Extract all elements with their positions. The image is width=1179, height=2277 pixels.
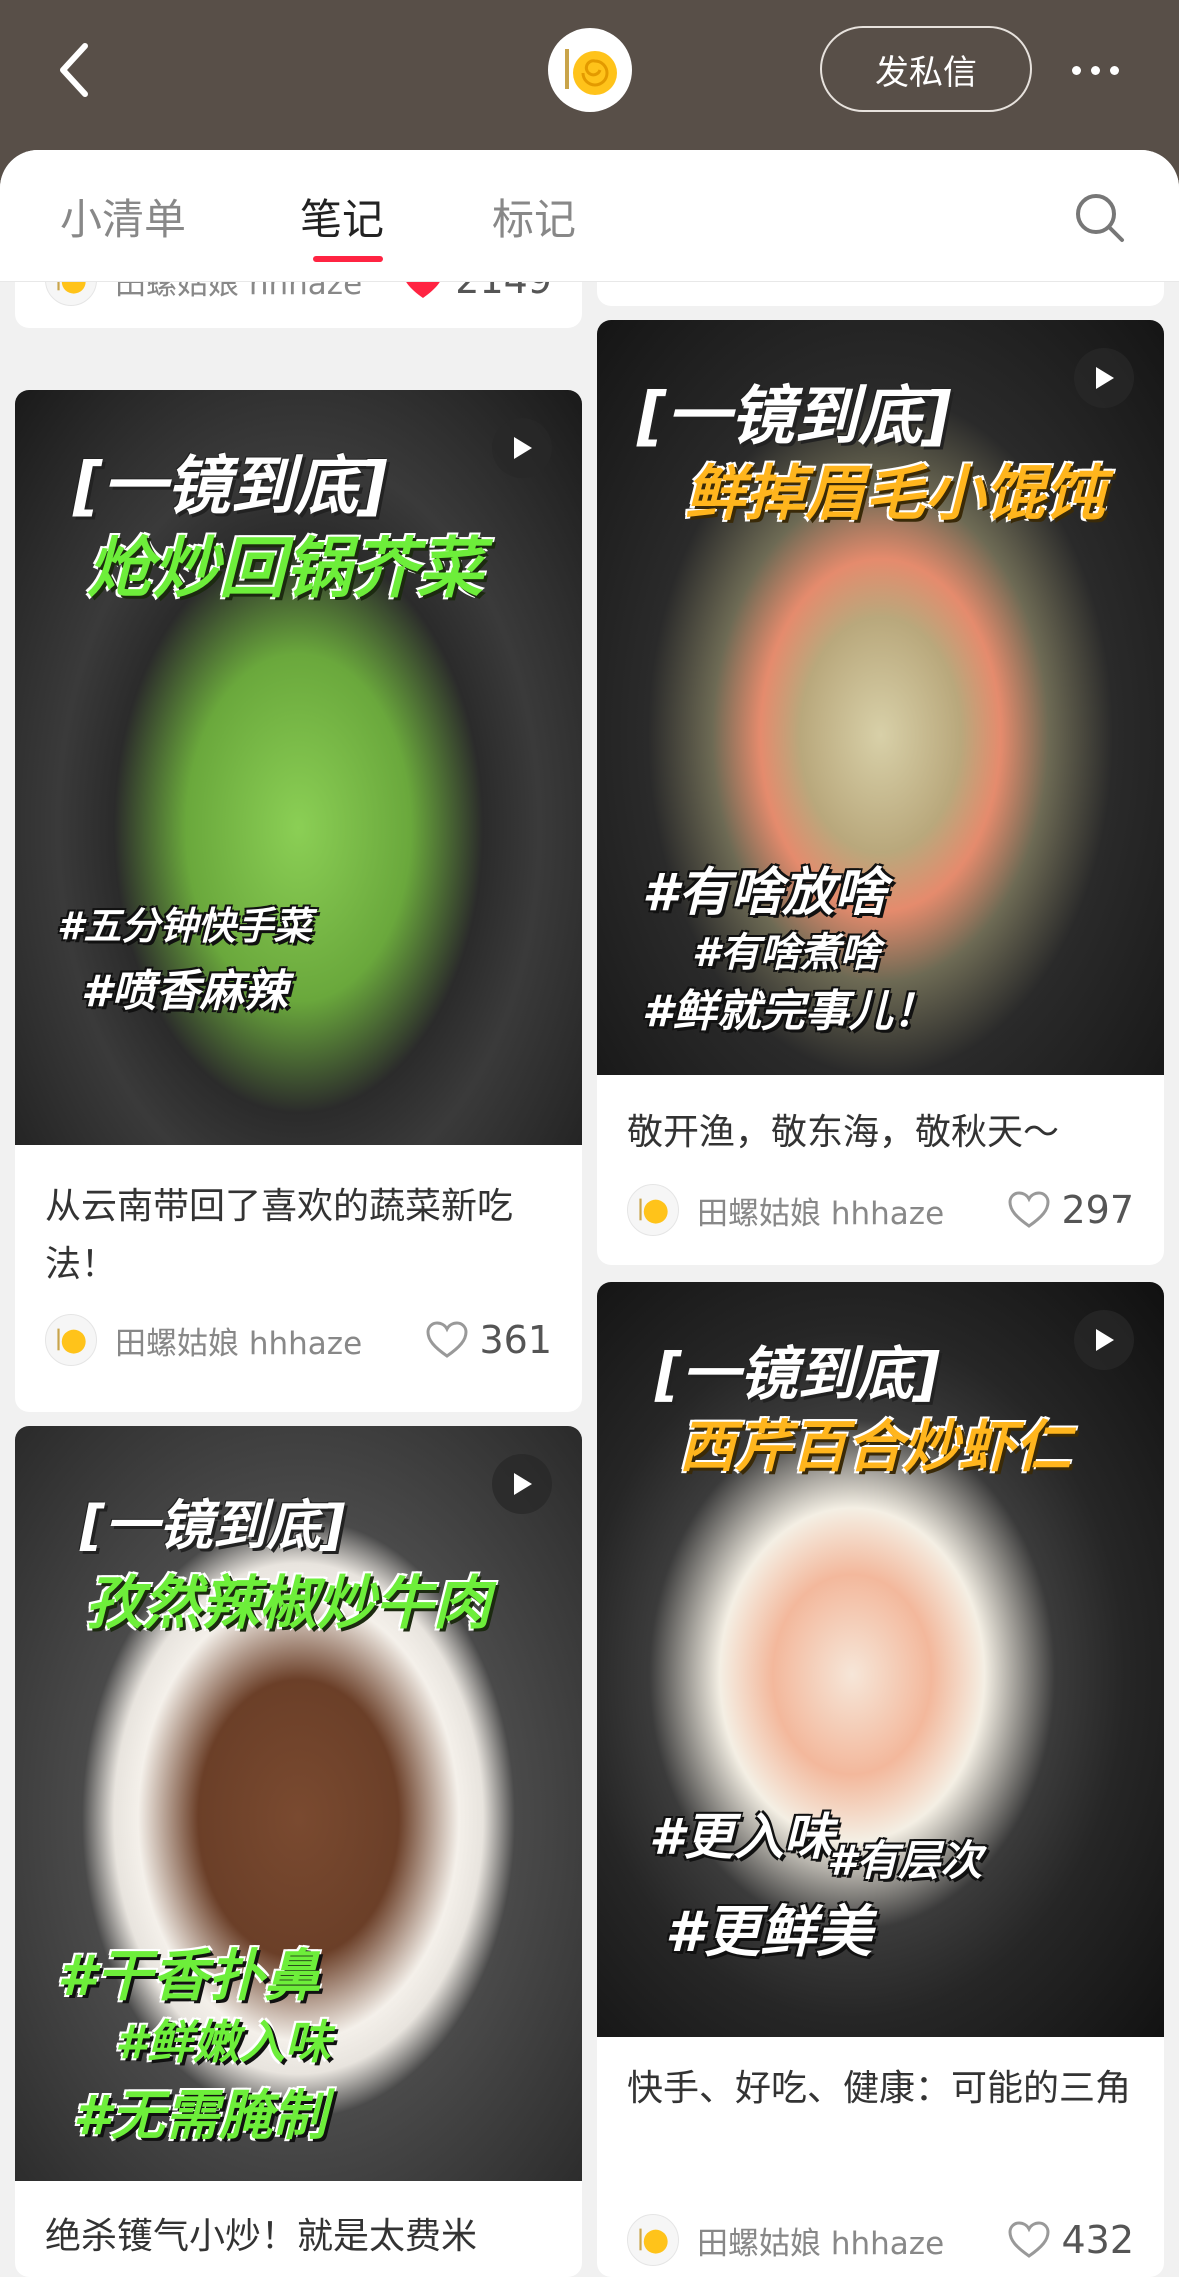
search-button[interactable] bbox=[1070, 188, 1130, 248]
snail-logo-icon bbox=[57, 1328, 86, 1354]
cover-headline: 西芹百合炒虾仁 bbox=[679, 1415, 1071, 1480]
like-button[interactable]: 297 bbox=[1007, 1188, 1134, 1232]
heart-outline-icon bbox=[1008, 2221, 1050, 2258]
snail-logo-icon bbox=[639, 1198, 668, 1224]
author-avatar[interactable] bbox=[45, 1314, 97, 1366]
note-card[interactable]: [一镜到底] 西芹百合炒虾仁 #更入味 #有层次 #更鲜美 快手、好吃、健康：可… bbox=[597, 1282, 1164, 2277]
note-title[interactable]: 快手、好吃、健康：可能的三角 bbox=[627, 2060, 1137, 2118]
send-message-button[interactable]: 发私信 bbox=[820, 26, 1032, 112]
play-button[interactable] bbox=[492, 1454, 552, 1514]
heart-outline-icon bbox=[1008, 1191, 1050, 1228]
cover-tag: #有啥放啥 bbox=[642, 863, 887, 923]
cover-bracket-text: [一镜到底] bbox=[655, 1340, 941, 1408]
note-meta: 田螺姑娘 hhhaze 297 bbox=[627, 1180, 1134, 1240]
profile-avatar[interactable] bbox=[548, 28, 632, 112]
cover-headline: 鲜掉眉毛小馄饨 bbox=[685, 459, 1105, 529]
author-name[interactable]: 田螺姑娘 hhhaze bbox=[697, 1188, 1007, 1233]
cover-tag: #鲜就完事儿！ bbox=[642, 986, 937, 1037]
more-dot-icon bbox=[1090, 65, 1100, 75]
cover-tag: #鲜嫩入味 bbox=[115, 2015, 332, 2069]
note-meta: 田螺姑娘 hhhaze 432 bbox=[627, 2210, 1134, 2270]
play-icon bbox=[514, 437, 532, 459]
cover-tag: #五分钟快手菜 bbox=[57, 904, 312, 948]
note-title[interactable]: 从云南带回了喜欢的蔬菜新吃法！ bbox=[45, 1178, 555, 1294]
more-options-button[interactable] bbox=[1060, 40, 1130, 100]
cover-bracket-text: [一镜到底] bbox=[73, 450, 388, 524]
note-title[interactable]: 绝杀镬气小炒！就是太费米 bbox=[45, 2208, 565, 2266]
search-icon bbox=[1076, 194, 1124, 242]
note-card[interactable]: [一镜到底] 炝炒回锅芥菜 #五分钟快手菜 #喷香麻辣 从云南带回了喜欢的蔬菜新… bbox=[15, 390, 582, 1412]
play-button[interactable] bbox=[1074, 1310, 1134, 1370]
cover-tag: #有啥煮啥 bbox=[692, 930, 880, 976]
note-card[interactable]: [一镜到底] 孜然辣椒炒牛肉 #干香扑鼻 #鲜嫩入味 #无需腌制 绝杀镬气小炒！… bbox=[15, 1426, 582, 2277]
play-icon bbox=[1096, 1329, 1114, 1351]
cover-bracket-text: [一镜到底] bbox=[637, 380, 952, 454]
author-name[interactable]: 田螺姑娘 hhhaze bbox=[115, 1318, 425, 1363]
like-count: 297 bbox=[1061, 1188, 1134, 1232]
play-icon bbox=[514, 1473, 532, 1495]
chevron-left-icon bbox=[60, 43, 88, 97]
heart-outline-icon bbox=[426, 1321, 468, 1358]
tab-bar: 小清单 笔记 标记 bbox=[0, 150, 1179, 282]
author-avatar[interactable] bbox=[627, 1184, 679, 1236]
like-count: 432 bbox=[1061, 2218, 1134, 2262]
back-button[interactable] bbox=[40, 30, 110, 110]
more-dot-icon bbox=[1109, 65, 1119, 75]
author-avatar[interactable] bbox=[627, 2214, 679, 2266]
more-dot-icon bbox=[1071, 65, 1081, 75]
tab-notes[interactable]: 笔记 bbox=[300, 186, 384, 247]
like-button[interactable]: 361 bbox=[425, 1318, 552, 1362]
note-cover-image[interactable]: [一镜到底] 孜然辣椒炒牛肉 #干香扑鼻 #鲜嫩入味 #无需腌制 bbox=[15, 1426, 582, 2181]
like-count: 361 bbox=[479, 1318, 552, 1362]
note-cover-image[interactable]: [一镜到底] 西芹百合炒虾仁 #更入味 #有层次 #更鲜美 bbox=[597, 1282, 1164, 2037]
cover-tag: #无需腌制 bbox=[73, 2084, 327, 2147]
author-name[interactable]: 田螺姑娘 hhhaze bbox=[697, 2218, 1007, 2263]
snail-logo-icon bbox=[565, 49, 617, 95]
note-cover-image[interactable]: [一镜到底] 炝炒回锅芥菜 #五分钟快手菜 #喷香麻辣 bbox=[15, 390, 582, 1145]
cover-tag: #更入味 bbox=[649, 1808, 834, 1866]
tab-list[interactable]: 小清单 bbox=[60, 186, 186, 247]
cover-tag: #喷香麻辣 bbox=[81, 966, 288, 1017]
active-tab-indicator bbox=[313, 256, 383, 262]
play-button[interactable] bbox=[1074, 348, 1134, 408]
like-button[interactable]: 432 bbox=[1007, 2218, 1134, 2262]
cover-tag: #有层次 bbox=[827, 1836, 983, 1885]
cover-tag: #更鲜美 bbox=[665, 1900, 872, 1965]
play-button[interactable] bbox=[492, 418, 552, 478]
note-meta: 田螺姑娘 hhhaze 361 bbox=[45, 1310, 552, 1370]
play-icon bbox=[1096, 367, 1114, 389]
note-cover-image[interactable]: [一镜到底] 鲜掉眉毛小馄饨 #有啥放啥 #有啥煮啥 #鲜就完事儿！ bbox=[597, 320, 1164, 1075]
note-title[interactable]: 敬开渔，敬东海，敬秋天～ bbox=[627, 1104, 1147, 1162]
content-sheet: 小清单 笔记 标记 田螺姑娘 hhhaze 2149 bbox=[0, 150, 1179, 2277]
cover-tag: #干香扑鼻 bbox=[57, 1944, 320, 2009]
cover-headline: 炝炒回锅芥菜 bbox=[87, 530, 483, 607]
snail-logo-icon bbox=[639, 2228, 668, 2254]
note-card[interactable]: [一镜到底] 鲜掉眉毛小馄饨 #有啥放啥 #有啥煮啥 #鲜就完事儿！ 敬开渔，敬… bbox=[597, 320, 1164, 1265]
cover-headline: 孜然辣椒炒牛肉 bbox=[85, 1569, 492, 1637]
tab-marks[interactable]: 标记 bbox=[492, 186, 576, 247]
cover-bracket-text: [一镜到底] bbox=[80, 1494, 346, 1557]
